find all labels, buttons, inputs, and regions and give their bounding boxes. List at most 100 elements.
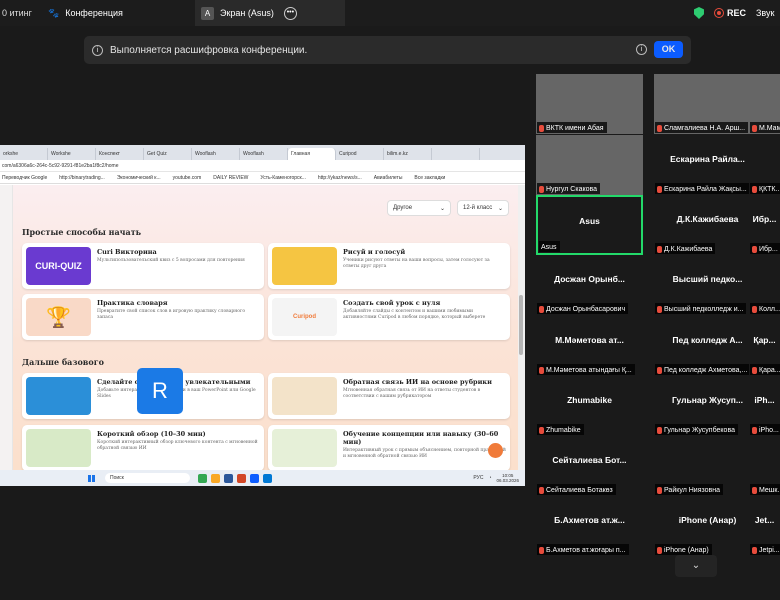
participant-tile[interactable]: Мешк...: [749, 436, 780, 496]
participant-label-text: Райкул Ниязовна: [664, 486, 721, 494]
bookmark-item[interactable]: Экономический к...: [117, 175, 161, 181]
participant-label: Мешк...: [750, 484, 780, 495]
grade-filter-value: 12-й класс: [463, 205, 493, 211]
bookmark-item[interactable]: Все закладки: [414, 175, 445, 181]
taskbar-search[interactable]: Поиск: [105, 473, 190, 483]
browser-tab[interactable]: orkshe: [0, 148, 48, 160]
powerpoint-icon[interactable]: [237, 473, 246, 483]
participant-tile[interactable]: Ескарина Райла... Ескарина Райла Жақсы...: [654, 135, 761, 195]
folder-icon[interactable]: [211, 473, 220, 483]
participant-tile[interactable]: Д.К.Кажибаева Д.К.Кажибаева: [654, 195, 761, 255]
participant-tile[interactable]: Jet... Jetpi...: [749, 496, 780, 556]
zoom-icon[interactable]: [250, 473, 259, 483]
participant-label: Сламгалиева Н.А. Арш...: [655, 122, 749, 133]
participant-tile[interactable]: М.Мәметова ат... М.Мәметова атындағы Қ...: [536, 316, 643, 376]
card-ai-feedback[interactable]: Обратная связь ИИ на основе рубрики Мгнов…: [268, 373, 510, 419]
card-thumbnail: [26, 377, 91, 415]
participant-tile[interactable]: Б.Ахметов ат.ж... Б.Ахметов ат.жоғары п..…: [536, 496, 643, 556]
browser-tabbar: orkshe Workshe Конспект Get Quiz Wooflash Woo…: [0, 145, 525, 160]
participant-tile[interactable]: М.Мам...: [749, 74, 780, 134]
participant-label: Пед колледж Ахметова,...: [655, 364, 751, 375]
conference-tab[interactable]: 🐾 Конференция: [40, 8, 195, 19]
browser-tab[interactable]: Workshe: [48, 148, 96, 160]
browser-tab[interactable]: Get Quiz: [144, 148, 192, 160]
browser-tab[interactable]: bilim.e.kz: [384, 148, 432, 160]
card-teach-concept[interactable]: Обучение концепции или навыку (30–60 мин…: [268, 425, 510, 471]
participant-tile[interactable]: Колл...: [749, 255, 780, 315]
participant-tile[interactable]: ВКТК имени Абая: [536, 74, 643, 134]
chat-bubble-button[interactable]: [488, 443, 503, 458]
bookmark-item[interactable]: Переводчик Google: [2, 175, 47, 181]
participant-tile[interactable]: Райкул Ниязовна: [654, 436, 761, 496]
card-create-from-scratch[interactable]: Curipod Создать свой урок с нуля Добавляй…: [268, 294, 510, 340]
bookmark-item[interactable]: youtube.com: [173, 175, 202, 181]
type-filter-value: Другое: [393, 205, 413, 211]
participant-tile[interactable]: iPhone (Анар) iPhone (Анар): [654, 496, 761, 556]
participant-tile[interactable]: Сламгалиева Н.А. Арш...: [654, 74, 761, 134]
participant-tile[interactable]: Қар... Қара...: [749, 316, 780, 376]
participant-tile[interactable]: Ибр... Ибр...: [749, 195, 780, 255]
participant-label-text: Нургул Скакова: [546, 185, 598, 193]
chrome-icon[interactable]: [198, 473, 207, 483]
participant-tile[interactable]: ҚКТК...: [749, 135, 780, 195]
ok-button[interactable]: OK: [654, 41, 683, 58]
grade-filter-select[interactable]: 12-й класс ⌄: [457, 200, 509, 216]
card-desc: Превратите свой список слов в игровую пр…: [97, 309, 246, 320]
participant-tile[interactable]: iPh... iPho...: [749, 376, 780, 436]
participant-tile[interactable]: Досжан Орынб... Досжан Орынбасарович: [536, 255, 643, 315]
participant-label-text: Колл...: [759, 305, 780, 313]
wifi-icon[interactable]: ◔: [488, 475, 491, 481]
bookmark-item[interactable]: Авиабилеты: [374, 175, 403, 181]
browser-tab[interactable]: Wooflash: [192, 148, 240, 160]
type-filter-select[interactable]: Другое ⌄: [387, 200, 451, 216]
notice-info-icon[interactable]: i: [636, 44, 647, 55]
browser-tab[interactable]: Главная: [288, 148, 336, 160]
page-scrollbar[interactable]: [518, 185, 525, 470]
mic-muted-icon: [657, 305, 662, 313]
more-options-icon[interactable]: •••: [283, 6, 297, 20]
mic-muted-icon: [657, 546, 662, 554]
screen-share-tab[interactable]: A Экран (Asus) •••: [195, 0, 345, 26]
participant-tile[interactable]: Сейталиева Бот... Сейталиева Ботакөз: [536, 436, 643, 496]
chevron-down-icon[interactable]: ⌄: [675, 555, 717, 577]
card-draw-vote[interactable]: Рисуй и голосуй Ученики рисуют ответы на …: [268, 243, 510, 289]
browser-tab[interactable]: Wooflash: [240, 148, 288, 160]
participant-tile[interactable]: Пед колледж А... Пед колледж Ахметова,...: [654, 316, 761, 376]
clock[interactable]: 10:05 06.03.2026: [496, 473, 519, 483]
address-bar[interactable]: com/a6306a6c-264c-5c92-9291-f81e2ba1f8c2…: [0, 160, 525, 172]
sound-label[interactable]: Звук: [756, 8, 780, 18]
meeting-topbar: 0 итинг 🐾 Конференция A Экран (Asus) •••…: [0, 0, 780, 26]
bookmark-item[interactable]: Усть-Каменогорск...: [260, 175, 306, 181]
participant-tile[interactable]: Asus Asus: [536, 195, 643, 255]
scrollbar-thumb[interactable]: [519, 295, 523, 355]
participant-label-text: Высший педколледж и...: [664, 305, 744, 313]
participant-tile[interactable]: Нургул Скакова: [536, 135, 643, 195]
word-icon[interactable]: [224, 473, 233, 483]
bookmark-item[interactable]: http://binarytrading...: [59, 175, 105, 181]
participant-label-text: Гульнар Жусупбекова: [664, 426, 735, 434]
edge-icon[interactable]: [263, 473, 272, 483]
encryption-shield-icon[interactable]: [693, 7, 704, 19]
bookmark-item[interactable]: DAILY REVIEW: [213, 175, 248, 181]
card-vocab-practice[interactable]: 🏆 Практика словаря Превратите свой список…: [22, 294, 264, 340]
participant-tile[interactable]: Гульнар Жусуп... Гульнар Жусупбекова: [654, 376, 761, 436]
browser-tab[interactable]: Curipod: [336, 148, 384, 160]
prev-tab-fragment[interactable]: 0 итинг: [0, 8, 40, 18]
language-indicator[interactable]: РУС: [473, 475, 483, 481]
participant-label-text: М.Мам...: [759, 124, 780, 132]
mic-muted-icon: [539, 305, 544, 313]
browser-tab[interactable]: [432, 148, 480, 160]
participant-label: Райкул Ниязовна: [655, 484, 724, 495]
bookmark-item[interactable]: http://ykaz/news/s...: [318, 175, 362, 181]
record-status[interactable]: REC: [713, 8, 746, 18]
participant-tile[interactable]: Zhumabike Zhumabike: [536, 376, 643, 436]
windows-start-icon[interactable]: [88, 474, 95, 482]
participant-tile[interactable]: Высший педко... Высший педколледж и...: [654, 255, 761, 315]
card-curi-quiz[interactable]: CURI-QUIZ Curi Викторина Мультипользовате…: [22, 243, 264, 289]
participant-name: Пед колледж А...: [672, 335, 743, 345]
taskbar-apps: [198, 473, 272, 483]
browser-tab[interactable]: Конспект: [96, 148, 144, 160]
mic-muted-icon: [752, 245, 757, 253]
card-short-review[interactable]: Короткий обзор (10–30 мин) Короткий интер…: [22, 425, 264, 471]
mic-muted-icon: [539, 426, 544, 434]
